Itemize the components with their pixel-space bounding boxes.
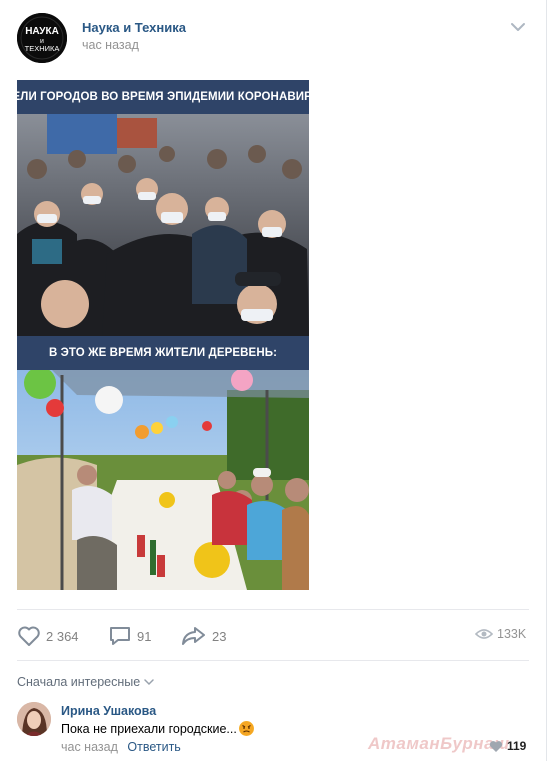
- angry-emoji-icon: [238, 721, 254, 736]
- like-button[interactable]: 2 364: [17, 625, 79, 647]
- post-time[interactable]: час назад: [82, 38, 139, 52]
- eye-icon: [475, 629, 493, 639]
- logo-text-top: НАУКА: [25, 26, 59, 37]
- image-top-caption: Жители городов во время эпидемии коронав…: [17, 80, 309, 114]
- heart-icon: [18, 626, 40, 646]
- comment-like-count: 119: [507, 739, 527, 753]
- comment-icon: [110, 627, 130, 645]
- image-bottom-caption: В это же время жители деревень:: [17, 336, 309, 370]
- post-card: НАУКА и ТЕХНИКА Наука и Техника час наза…: [0, 0, 547, 761]
- share-count: 23: [212, 628, 227, 644]
- view-count: 133K: [497, 627, 527, 641]
- more-chevron-icon[interactable]: [509, 20, 527, 34]
- comment-count: 91: [137, 628, 152, 644]
- comments-divider: [17, 660, 529, 661]
- commenter-avatar[interactable]: [17, 702, 51, 736]
- comment-meta: час назад Ответить: [61, 740, 181, 754]
- comment-text-content: Пока не приехали городские...: [61, 721, 237, 736]
- sort-label: Сначала интересные: [17, 675, 141, 689]
- actions-divider: [17, 609, 529, 610]
- like-count: 2 364: [46, 628, 79, 644]
- logo-text-bottom: ТЕХНИКА: [25, 44, 60, 53]
- small-heart-icon: [489, 740, 503, 752]
- view-counter: 133K: [475, 627, 526, 641]
- group-name-link[interactable]: Наука и Техника: [82, 20, 186, 35]
- comment-sort-dropdown[interactable]: Сначала интересные: [17, 675, 154, 689]
- comment-time[interactable]: час назад: [61, 740, 118, 754]
- comment-author-link[interactable]: Ирина Ушакова: [61, 704, 156, 718]
- post-image[interactable]: Жители городов во время эпидемии коронав…: [17, 80, 309, 590]
- share-button[interactable]: 23: [181, 625, 226, 647]
- crowd-photo: [17, 114, 309, 336]
- reply-button[interactable]: Ответить: [127, 740, 180, 754]
- group-avatar[interactable]: НАУКА и ТЕХНИКА: [17, 13, 67, 63]
- comment-text: Пока не приехали городские...: [61, 721, 254, 736]
- village-photo: [17, 370, 309, 590]
- chevron-down-icon: [144, 679, 154, 686]
- share-icon: [182, 627, 205, 645]
- comment-like-button[interactable]: 119: [489, 739, 526, 753]
- comment-button[interactable]: 91: [108, 625, 151, 647]
